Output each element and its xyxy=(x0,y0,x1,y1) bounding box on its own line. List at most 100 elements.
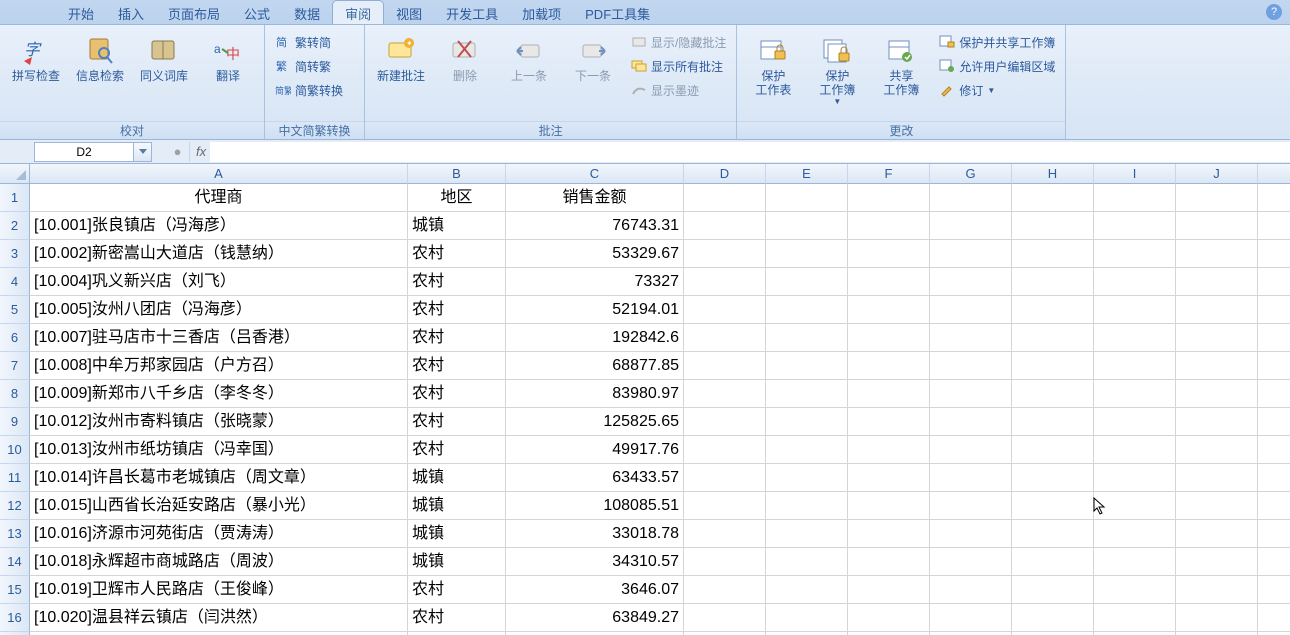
cell-A11[interactable]: [10.014]许昌长葛市老城镇店（周文章） xyxy=(30,464,408,492)
cell-F7[interactable] xyxy=(848,352,930,380)
cell-H7[interactable] xyxy=(1012,352,1094,380)
col-header-B[interactable]: B xyxy=(408,164,506,184)
formula-input[interactable] xyxy=(210,142,1290,162)
col-header-E[interactable]: E xyxy=(766,164,848,184)
cell-B8[interactable]: 农村 xyxy=(408,380,506,408)
cell-J16[interactable] xyxy=(1176,604,1258,632)
cell-E7[interactable] xyxy=(766,352,848,380)
row-header-6[interactable]: 6 xyxy=(0,324,30,352)
row-header-16[interactable]: 16 xyxy=(0,604,30,632)
cell-D1[interactable] xyxy=(684,184,766,212)
tab-8[interactable]: 加载项 xyxy=(510,0,573,24)
tab-1[interactable]: 插入 xyxy=(106,0,156,24)
cell-A2[interactable]: [10.001]张良镇店（冯海彦） xyxy=(30,212,408,240)
cell-A6[interactable]: [10.007]驻马店市十三香店（吕香港） xyxy=(30,324,408,352)
col-header-J[interactable]: J xyxy=(1176,164,1258,184)
row-header-3[interactable]: 3 xyxy=(0,240,30,268)
cell-J6[interactable] xyxy=(1176,324,1258,352)
name-box[interactable] xyxy=(34,142,134,162)
cell-D12[interactable] xyxy=(684,492,766,520)
cell-E4[interactable] xyxy=(766,268,848,296)
row-header-1[interactable]: 1 xyxy=(0,184,30,212)
cell-B10[interactable]: 农村 xyxy=(408,436,506,464)
cell-E3[interactable] xyxy=(766,240,848,268)
cell-A7[interactable]: [10.008]中牟万邦家园店（户方召） xyxy=(30,352,408,380)
cell-G7[interactable] xyxy=(930,352,1012,380)
cell-K9[interactable] xyxy=(1258,408,1290,436)
cell-F3[interactable] xyxy=(848,240,930,268)
cell-J11[interactable] xyxy=(1176,464,1258,492)
col-header-D[interactable]: D xyxy=(684,164,766,184)
col-header-H[interactable]: H xyxy=(1012,164,1094,184)
cell-K1[interactable] xyxy=(1258,184,1290,212)
cell-C7[interactable]: 68877.85 xyxy=(506,352,684,380)
cell-I2[interactable] xyxy=(1094,212,1176,240)
cell-A5[interactable]: [10.005]汝州八团店（冯海彦） xyxy=(30,296,408,324)
cell-B13[interactable]: 城镇 xyxy=(408,520,506,548)
cell-D6[interactable] xyxy=(684,324,766,352)
cell-G9[interactable] xyxy=(930,408,1012,436)
cell-H6[interactable] xyxy=(1012,324,1094,352)
cell-G2[interactable] xyxy=(930,212,1012,240)
cell-I3[interactable] xyxy=(1094,240,1176,268)
tab-6[interactable]: 视图 xyxy=(384,0,434,24)
cell-F10[interactable] xyxy=(848,436,930,464)
cell-J2[interactable] xyxy=(1176,212,1258,240)
cell-B1[interactable]: 地区 xyxy=(408,184,506,212)
cell-F4[interactable] xyxy=(848,268,930,296)
cell-I5[interactable] xyxy=(1094,296,1176,324)
cell-K12[interactable] xyxy=(1258,492,1290,520)
cell-F5[interactable] xyxy=(848,296,930,324)
cell-K15[interactable] xyxy=(1258,576,1290,604)
cell-D2[interactable] xyxy=(684,212,766,240)
cell-C8[interactable]: 83980.97 xyxy=(506,380,684,408)
row-header-12[interactable]: 12 xyxy=(0,492,30,520)
cell-H15[interactable] xyxy=(1012,576,1094,604)
cell-J1[interactable] xyxy=(1176,184,1258,212)
cell-D3[interactable] xyxy=(684,240,766,268)
chinese-convert-button[interactable]: 简繁简繁转换 xyxy=(271,79,347,101)
cell-G11[interactable] xyxy=(930,464,1012,492)
cell-J14[interactable] xyxy=(1176,548,1258,576)
cell-D10[interactable] xyxy=(684,436,766,464)
cell-K4[interactable] xyxy=(1258,268,1290,296)
fx-icon[interactable]: fx xyxy=(196,144,206,159)
protect-share-button[interactable]: 保护并共享工作簿 xyxy=(935,31,1059,53)
cell-K13[interactable] xyxy=(1258,520,1290,548)
cell-E1[interactable] xyxy=(766,184,848,212)
row-header-10[interactable]: 10 xyxy=(0,436,30,464)
cell-H16[interactable] xyxy=(1012,604,1094,632)
cell-K16[interactable] xyxy=(1258,604,1290,632)
simp-to-trad-button[interactable]: 繁简转繁 xyxy=(271,55,347,77)
cell-I14[interactable] xyxy=(1094,548,1176,576)
cell-B3[interactable]: 农村 xyxy=(408,240,506,268)
show-all-comments-button[interactable]: 显示所有批注 xyxy=(627,55,730,77)
cell-E13[interactable] xyxy=(766,520,848,548)
cell-I1[interactable] xyxy=(1094,184,1176,212)
cell-I9[interactable] xyxy=(1094,408,1176,436)
cell-H3[interactable] xyxy=(1012,240,1094,268)
research-button[interactable]: 信息检索 xyxy=(70,29,130,85)
cell-J7[interactable] xyxy=(1176,352,1258,380)
row-header-9[interactable]: 9 xyxy=(0,408,30,436)
cell-A9[interactable]: [10.012]汝州市寄料镇店（张晓蒙） xyxy=(30,408,408,436)
cell-B4[interactable]: 农村 xyxy=(408,268,506,296)
cell-J3[interactable] xyxy=(1176,240,1258,268)
cell-G16[interactable] xyxy=(930,604,1012,632)
cell-F1[interactable] xyxy=(848,184,930,212)
cell-D11[interactable] xyxy=(684,464,766,492)
cell-K7[interactable] xyxy=(1258,352,1290,380)
cell-G5[interactable] xyxy=(930,296,1012,324)
thesaurus-button[interactable]: 同义词库 xyxy=(134,29,194,85)
tab-3[interactable]: 公式 xyxy=(232,0,282,24)
cell-C3[interactable]: 53329.67 xyxy=(506,240,684,268)
cell-G13[interactable] xyxy=(930,520,1012,548)
row-header-14[interactable]: 14 xyxy=(0,548,30,576)
cell-H8[interactable] xyxy=(1012,380,1094,408)
cell-H12[interactable] xyxy=(1012,492,1094,520)
name-box-dropdown[interactable] xyxy=(134,142,152,162)
spellcheck-button[interactable]: 字 拼写检查 xyxy=(6,29,66,85)
cell-F2[interactable] xyxy=(848,212,930,240)
cell-C12[interactable]: 108085.51 xyxy=(506,492,684,520)
cell-H13[interactable] xyxy=(1012,520,1094,548)
